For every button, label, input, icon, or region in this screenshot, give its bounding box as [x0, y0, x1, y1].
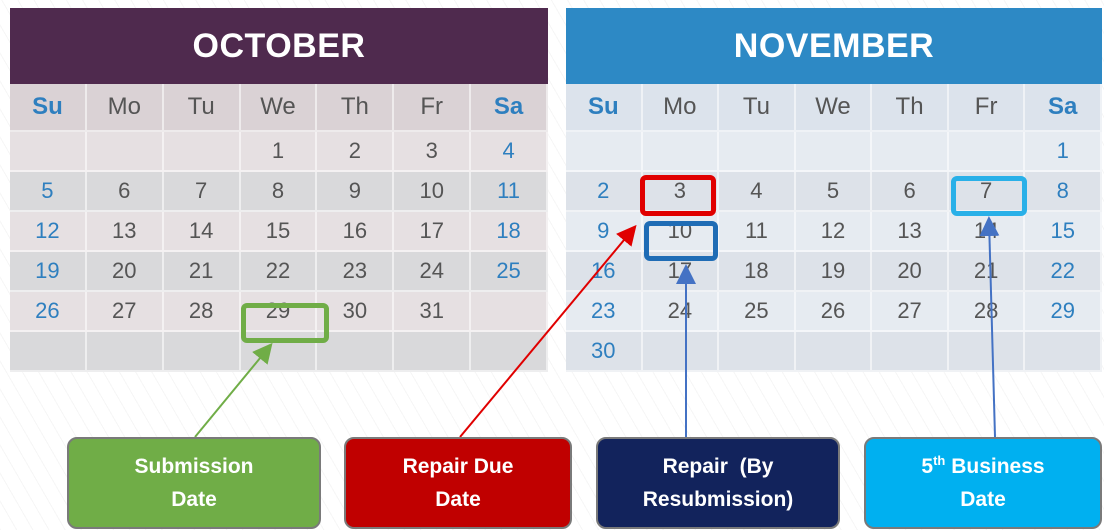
- repair-due-line2: Date: [435, 488, 481, 511]
- business-sup: th: [933, 453, 946, 468]
- business-line2: Date: [960, 488, 1006, 511]
- repair-resubmission-callout: Repair (By Resubmission): [596, 437, 840, 529]
- business-num: 5: [921, 455, 934, 478]
- submission-line1: Submission: [134, 455, 254, 478]
- fifth-business-date-callout: 5th Business Date: [864, 437, 1102, 529]
- business-rest: Business: [945, 455, 1045, 478]
- repair-due-date-callout: Repair Due Date: [344, 437, 572, 529]
- repair-resub-line2: Resubmission): [642, 488, 794, 511]
- repair-due-line1: Repair Due: [402, 455, 514, 478]
- submission-arrow: [194, 342, 273, 438]
- submission-line2: Date: [171, 488, 217, 511]
- business-arrow: [979, 216, 1000, 438]
- repair-due-arrow: [459, 224, 637, 438]
- business-line1: 5th Business: [921, 450, 1044, 483]
- repair-resub-line1: Repair (By: [662, 455, 774, 478]
- submission-date-callout: Submission Date: [67, 437, 321, 529]
